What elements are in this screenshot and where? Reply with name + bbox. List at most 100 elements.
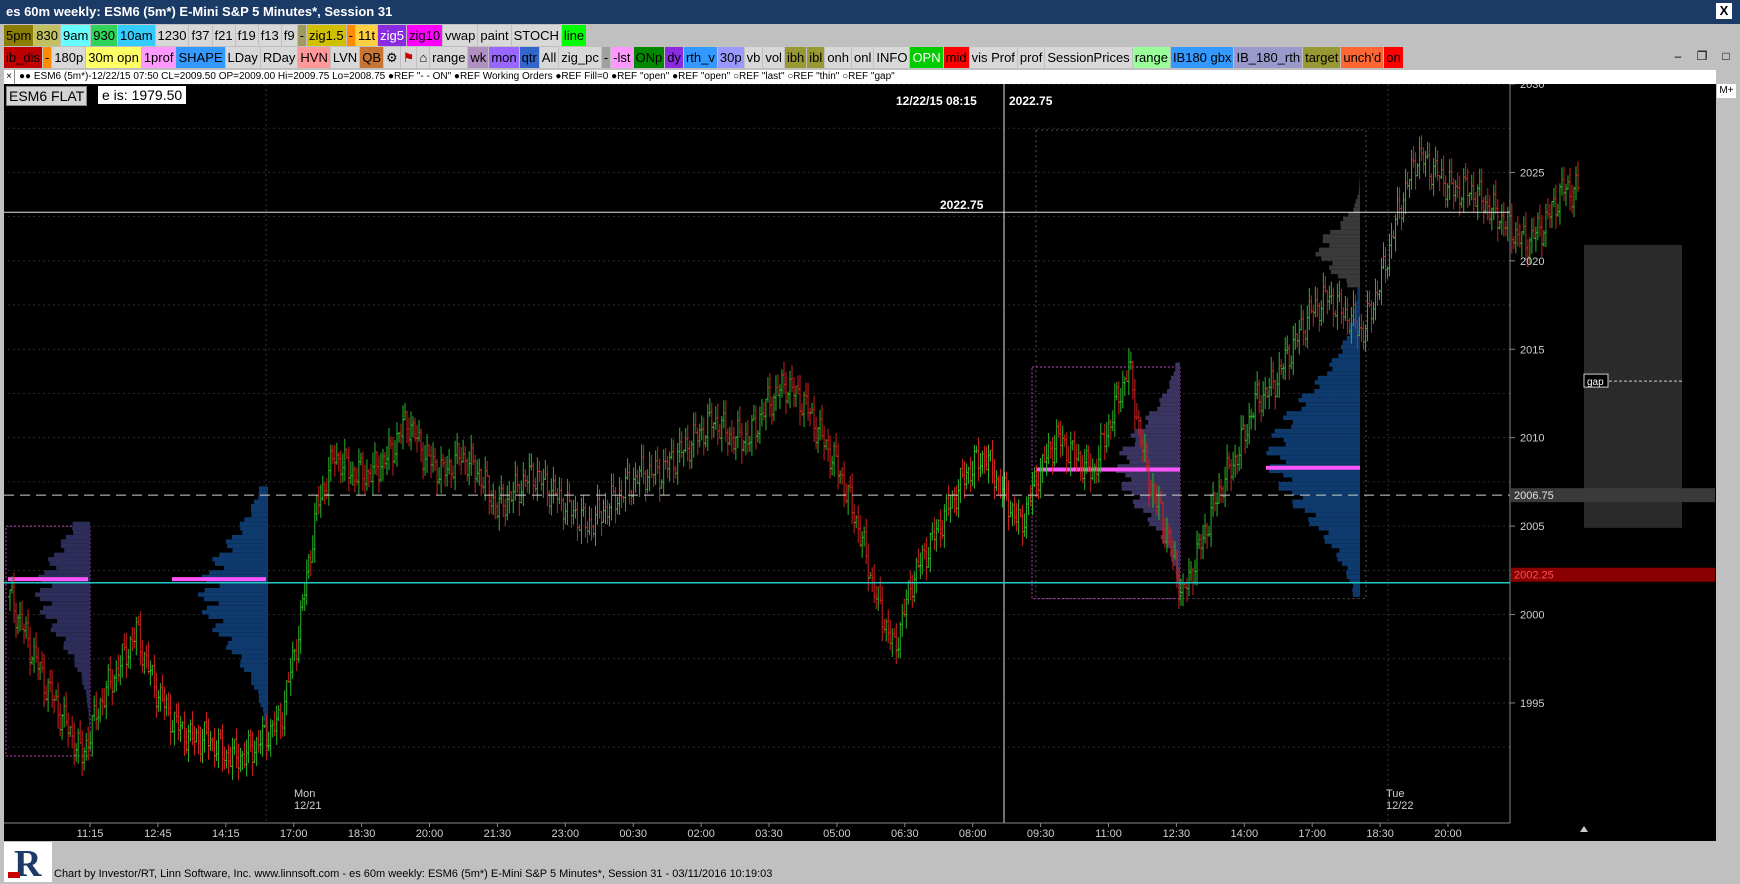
- toolbar2-button-14[interactable]: range: [430, 47, 468, 68]
- y-tick-label: 2005: [1520, 521, 1544, 533]
- profile-bar: [1352, 592, 1360, 597]
- profile-bar: [1322, 238, 1360, 244]
- profile-bar: [89, 725, 90, 730]
- toolbar2-button-8[interactable]: HVN: [298, 47, 330, 68]
- toolbar2-button-33[interactable]: OPN: [910, 47, 943, 68]
- profile-bar: [203, 596, 268, 602]
- toolbar1-button-3[interactable]: 930: [91, 25, 117, 46]
- toolbar2-button-30[interactable]: onh: [825, 47, 852, 68]
- profile-bar: [1283, 473, 1360, 478]
- toolbar2-button-10[interactable]: QB: [360, 47, 383, 68]
- toolbar2-button-28[interactable]: ibh: [784, 47, 807, 68]
- toolbar1-button-11[interactable]: -: [297, 25, 306, 46]
- toolbar2-button-23[interactable]: dy: [665, 47, 683, 68]
- toolbar2-button-25[interactable]: 30p: [717, 47, 744, 68]
- profile-bar: [1301, 406, 1360, 412]
- toolbar2-button-3[interactable]: 30m opn: [86, 47, 141, 68]
- x-tick-label: 03:30: [755, 828, 783, 840]
- triangle-marker-icon: [1580, 826, 1588, 832]
- toolbar2-button-15[interactable]: wk: [468, 47, 489, 68]
- profile-bar: [258, 495, 268, 500]
- toolbar1-button-6[interactable]: f37: [189, 25, 212, 46]
- toolbar1-button-18[interactable]: paint: [478, 25, 511, 46]
- toolbar2-button-5[interactable]: SHAPE: [176, 47, 225, 68]
- profile-bar: [60, 539, 90, 544]
- toolbar2-button-21[interactable]: -lst: [611, 47, 633, 68]
- close-icon[interactable]: X: [1716, 3, 1732, 19]
- profile-bar: [1129, 459, 1180, 465]
- toolbar2-button-31[interactable]: onl: [852, 47, 874, 68]
- profile-bar: [74, 663, 90, 668]
- toolbar2-button-40[interactable]: IB_180_rth: [1234, 47, 1303, 68]
- profile-bar: [1147, 517, 1180, 522]
- toolbar2-button-1[interactable]: -: [42, 47, 52, 68]
- toolbar1-button-1[interactable]: 830: [34, 25, 60, 46]
- toolbar2-button-41[interactable]: target: [1303, 47, 1341, 68]
- toolbar1-button-4[interactable]: 10am: [118, 25, 155, 46]
- toolbar2-button-34[interactable]: mid: [943, 47, 969, 68]
- toolbar2-button-12[interactable]: ⚑: [400, 47, 417, 68]
- toolbar1-button-8[interactable]: f19: [235, 25, 258, 46]
- toolbar2-button-22[interactable]: ONp: [633, 47, 665, 68]
- x-tick-label: 11:15: [77, 828, 104, 840]
- toolbar2-button-37[interactable]: SessionPrices: [1045, 47, 1132, 68]
- toolbar1-button-19[interactable]: STOCH: [511, 25, 561, 46]
- profile-bar: [1157, 406, 1180, 412]
- profile-bar: [258, 486, 268, 491]
- toolbar2-button-17[interactable]: qtr: [519, 47, 539, 68]
- toolbar2-button-7[interactable]: RDay: [260, 47, 298, 68]
- toolbar1-button-9[interactable]: f13: [258, 25, 281, 46]
- toolbar2-button-9[interactable]: LVN: [330, 47, 360, 68]
- toolbar1-button-15[interactable]: zig5: [378, 25, 406, 46]
- toolbar2-button-19[interactable]: zig_pc: [559, 47, 601, 68]
- toolbar1-button-0[interactable]: 5pm: [4, 25, 34, 46]
- toolbar1-button-5[interactable]: 1230: [155, 25, 189, 46]
- toolbar2-button-11[interactable]: ⚙: [384, 47, 400, 68]
- toolbar2-button-36[interactable]: prof: [1017, 47, 1045, 68]
- toolbar2-button-24[interactable]: rth_v: [683, 47, 717, 68]
- toolbar2-button-32[interactable]: INFO: [874, 47, 910, 68]
- toolbar1-button-17[interactable]: vwap: [443, 25, 478, 46]
- profile-bar: [1167, 389, 1180, 394]
- profile-bar: [1345, 570, 1360, 575]
- restore-icon[interactable]: ❐: [1694, 48, 1710, 64]
- m-plus-button[interactable]: M+: [1717, 84, 1736, 98]
- profile-bar: [1332, 366, 1360, 372]
- toolbar1-button-12[interactable]: zig1.5: [306, 25, 346, 46]
- profile-bar: [254, 499, 268, 504]
- toolbar2-button-2[interactable]: 180p: [52, 47, 86, 68]
- last-price-label: e is: 1979.50: [98, 86, 187, 104]
- toolbar1-button-16[interactable]: zig10: [406, 25, 443, 46]
- toolbar2-button-43[interactable]: on: [1384, 47, 1403, 68]
- toolbar2-button-4[interactable]: 1prof: [141, 47, 176, 68]
- profile-bar: [1354, 203, 1360, 208]
- toolbar2-button-29[interactable]: ibl: [807, 47, 825, 68]
- toolbar2-button-0[interactable]: ib_dis: [4, 47, 42, 68]
- toolbar2-button-38[interactable]: range: [1132, 47, 1170, 68]
- toolbar1-button-13[interactable]: -: [346, 25, 355, 46]
- toolbar2-button-18[interactable]: All: [539, 47, 559, 68]
- toolbar2-button-20[interactable]: -: [601, 47, 611, 68]
- toolbar2-button-13[interactable]: ⌂: [417, 47, 430, 68]
- toolbar1-button-2[interactable]: 9am: [61, 25, 91, 46]
- toolbar2-button-39[interactable]: IB180 gbx: [1170, 47, 1234, 68]
- minimize-icon[interactable]: –: [1670, 48, 1686, 64]
- maximize-icon[interactable]: □: [1718, 48, 1734, 64]
- toolbar1-button-7[interactable]: f21: [212, 25, 235, 46]
- toolbar1-button-20[interactable]: line: [561, 25, 587, 46]
- toolbar1-button-10[interactable]: f9: [281, 25, 297, 46]
- profile-bar: [1340, 221, 1360, 226]
- profile-bar: [267, 747, 268, 752]
- toolbar2-button-26[interactable]: vb: [744, 47, 763, 68]
- toolbar2-button-6[interactable]: LDay: [225, 47, 260, 68]
- toolbar2-button-42[interactable]: unch'd: [1341, 47, 1384, 68]
- profile-bar: [209, 570, 268, 575]
- toolbar2-button-27[interactable]: vol: [763, 47, 784, 68]
- toolbar2-button-35[interactable]: vis Prof: [969, 47, 1017, 68]
- toolbar2-button-16[interactable]: mon: [489, 47, 519, 68]
- close-icon[interactable]: ×: [4, 70, 15, 84]
- toolbar1-button-14[interactable]: 11t: [356, 25, 378, 46]
- chart-area[interactable]: gap 12/22/15 08:15 2022.75 2022.75 1995 2000…: [4, 84, 1716, 841]
- date-label: 12/22: [1386, 800, 1414, 812]
- price-chart[interactable]: gap 12/22/15 08:15 2022.75 2022.75 1995 2000…: [4, 84, 1716, 841]
